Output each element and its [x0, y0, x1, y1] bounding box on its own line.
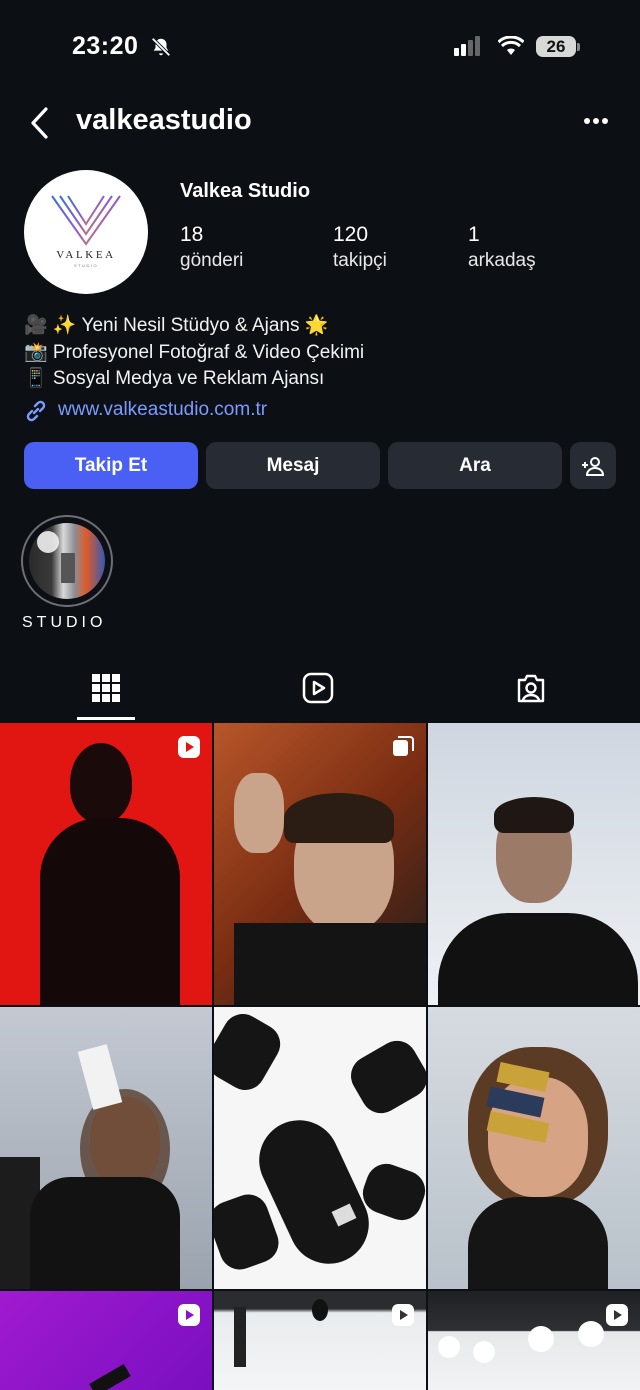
stat-label: takipçi — [333, 250, 387, 271]
battery-icon: 26 — [536, 36, 576, 57]
add-person-icon — [582, 457, 605, 476]
call-button[interactable]: Ara — [388, 442, 562, 489]
bio-line: 📸 Profesyonel Fotoğraf & Video Çekimi — [24, 342, 365, 363]
avatar-logo-sub: STUDIO — [73, 263, 99, 268]
battery-tip — [577, 43, 580, 51]
stat-value: 1 — [468, 223, 480, 246]
profile-username: valkeastudio — [76, 104, 252, 136]
post-thumbnail[interactable] — [214, 723, 426, 1005]
post-thumbnail[interactable] — [428, 1007, 640, 1289]
valkea-logo-icon — [51, 195, 121, 246]
post-thumbnail[interactable] — [0, 1291, 212, 1390]
post-thumbnail[interactable] — [0, 723, 212, 1005]
stat-followers[interactable]: 120 takipçi — [333, 223, 387, 272]
post-thumbnail[interactable] — [428, 723, 640, 1005]
highlight-thumbnail[interactable] — [29, 523, 105, 599]
stat-posts[interactable]: 18 gönderi — [180, 223, 243, 272]
more-horizontal-icon[interactable] — [584, 118, 614, 126]
tab-active-indicator — [77, 717, 135, 720]
avatar[interactable]: VALKEA STUDIO — [24, 170, 148, 294]
post-thumbnail[interactable] — [214, 1007, 426, 1289]
profile-link[interactable]: www.valkeastudio.com.tr — [58, 399, 267, 421]
reel-badge-icon — [392, 1304, 414, 1326]
bio-line: 📱 Sosyal Medya ve Reklam Ajansı — [24, 368, 325, 389]
avatar-logo-text: VALKEA — [56, 249, 116, 261]
link-icon — [26, 400, 46, 422]
stat-label: gönderi — [180, 250, 244, 271]
bio-line: 🎥 ✨ Yeni Nesil Stüdyo & Ajans 🌟 — [24, 315, 329, 336]
reels-icon[interactable] — [302, 672, 334, 704]
grid-icon[interactable] — [90, 672, 122, 704]
bell-slash-icon — [151, 37, 171, 57]
carousel-badge-icon — [393, 736, 414, 756]
post-thumbnail[interactable] — [214, 1291, 426, 1390]
tagged-icon[interactable] — [515, 672, 547, 704]
display-name: Valkea Studio — [180, 180, 311, 202]
follow-button[interactable]: Takip Et — [24, 442, 198, 489]
status-time: 23:20 — [72, 32, 139, 60]
suggested-accounts-button[interactable] — [570, 442, 616, 489]
reel-badge-icon — [178, 736, 200, 758]
post-thumbnail[interactable] — [428, 1291, 640, 1390]
reel-badge-icon — [606, 1304, 628, 1326]
wifi-icon — [498, 36, 524, 55]
stat-friends[interactable]: 1 arkadaş — [468, 223, 536, 272]
stat-label: arkadaş — [468, 250, 536, 271]
post-thumbnail[interactable] — [0, 1007, 212, 1289]
message-button[interactable]: Mesaj — [206, 442, 380, 489]
chevron-left-icon[interactable] — [28, 106, 52, 140]
stat-value: 18 — [180, 223, 204, 246]
reel-badge-icon — [178, 1304, 200, 1326]
highlight-label: STUDIO — [22, 614, 107, 631]
stat-value: 120 — [333, 223, 369, 246]
